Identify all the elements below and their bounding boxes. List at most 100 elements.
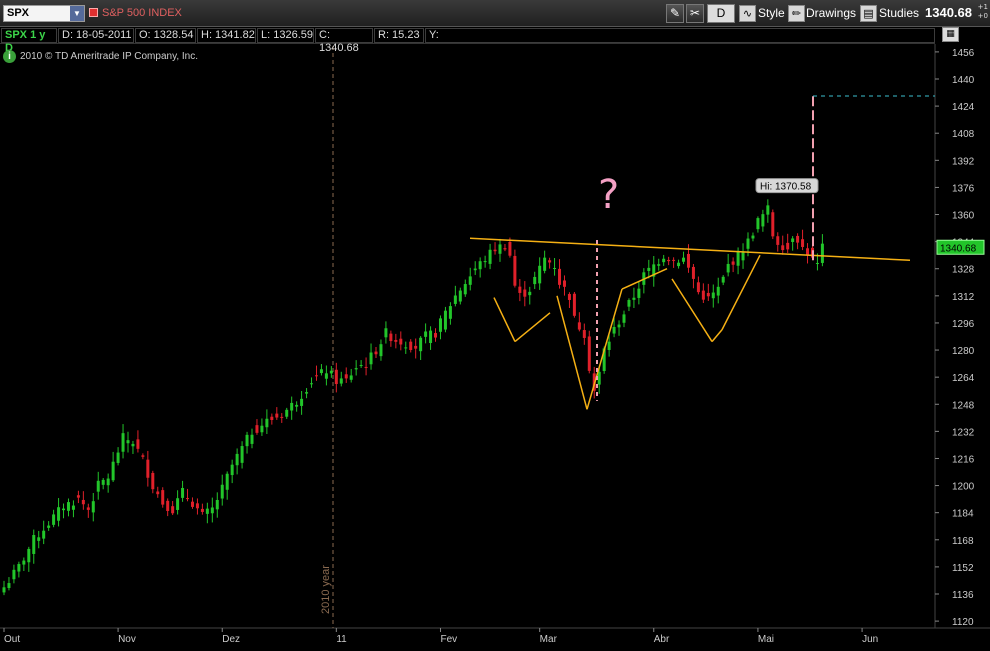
studies-button[interactable]: Studies — [879, 6, 919, 20]
low-value: L: 1326.59 — [257, 28, 314, 43]
candle-body — [572, 293, 576, 316]
candle-body — [582, 330, 586, 338]
pattern-trendline — [711, 329, 723, 343]
period-selector[interactable]: D — [707, 4, 735, 23]
y-tick-label: 1136 — [952, 590, 974, 601]
y-tick-label: 1440 — [952, 75, 975, 86]
candle-body — [647, 267, 651, 271]
drawings-icon[interactable]: ✏ — [788, 5, 805, 22]
pattern-trendline — [514, 312, 551, 343]
y-tick-label: 1312 — [952, 292, 975, 303]
candle-body — [195, 503, 199, 509]
candle-body — [701, 290, 705, 300]
neckline-trendline — [469, 237, 911, 262]
x-tick-label: Abr — [654, 634, 670, 645]
candle-body — [240, 446, 244, 463]
candle-body — [146, 459, 150, 478]
candle-body — [22, 560, 26, 565]
candle-body — [260, 425, 264, 433]
candle-body — [66, 502, 70, 511]
candle-body — [478, 261, 482, 270]
candle-body — [250, 434, 254, 444]
x-tick-label: Mai — [758, 634, 774, 645]
candle-body — [414, 345, 418, 349]
candle-body — [334, 369, 338, 385]
pattern-trendline — [671, 278, 713, 342]
candle-body — [101, 479, 105, 485]
question-mark-annotation: ? — [598, 172, 619, 218]
candle-body — [121, 433, 125, 452]
settings-tool-icon[interactable]: ✂ — [686, 4, 704, 23]
candle-body — [741, 252, 745, 261]
candle-body — [27, 548, 31, 563]
info-icon[interactable]: i — [3, 50, 16, 63]
high-label: Hi: 1370.58 — [760, 182, 812, 193]
candle-body — [126, 440, 130, 444]
chart-settings-icon[interactable]: ▦ — [942, 27, 959, 42]
candle-body — [374, 351, 378, 355]
candle-body — [116, 452, 120, 463]
last-price: 1340.68 — [925, 5, 972, 20]
candle-body — [503, 248, 507, 250]
candle-body — [12, 569, 16, 580]
candle-body — [483, 261, 487, 263]
candle-body — [493, 249, 497, 252]
x-tick-label: Fev — [440, 634, 457, 645]
candle-body — [295, 404, 299, 407]
candle-body — [756, 218, 760, 230]
symbol-flag-icon[interactable] — [89, 8, 98, 17]
candle-body — [543, 257, 547, 271]
candle-body — [71, 505, 75, 510]
range-value: R: 15.23 — [374, 28, 424, 43]
candle-body — [820, 243, 824, 263]
x-tick-label: Nov — [118, 634, 136, 645]
candle-body — [473, 268, 477, 271]
crosshair-tool-icon[interactable]: ✎ — [666, 4, 684, 23]
candle-body — [379, 344, 383, 357]
y-tick-label: 1424 — [952, 102, 975, 113]
studies-icon[interactable]: ▤ — [860, 5, 877, 22]
candle-body — [776, 236, 780, 245]
candle-body — [305, 392, 309, 394]
candle-body — [364, 366, 368, 368]
candle-body — [548, 260, 552, 263]
candle-body — [761, 214, 765, 227]
candle-body — [161, 490, 165, 505]
y-tick-label: 1248 — [952, 400, 975, 411]
candle-body — [210, 507, 214, 514]
candle-body — [339, 378, 343, 384]
candle-body — [553, 268, 557, 270]
symbol-input[interactable]: SPX ▼ — [3, 5, 85, 22]
candle-body — [57, 507, 61, 521]
candle-body — [766, 205, 770, 215]
candle-body — [657, 264, 661, 266]
net-change-a: +1 — [977, 3, 988, 11]
candle-body — [617, 324, 621, 328]
candle-body — [815, 262, 819, 264]
style-button[interactable]: Style — [758, 6, 785, 20]
y-tick-label: 1184 — [952, 509, 974, 520]
candle-body — [215, 499, 219, 510]
symbol-dropdown-icon[interactable]: ▼ — [70, 6, 84, 21]
candle-body — [691, 266, 695, 279]
candle-body — [106, 478, 110, 486]
y-tick-label: 1264 — [952, 373, 975, 384]
candle-body — [711, 292, 715, 299]
candle-body — [81, 499, 85, 505]
candle-body — [597, 371, 601, 385]
candle-body — [612, 326, 616, 334]
candle-body — [230, 464, 234, 476]
price-chart[interactable]: 1456144014241408139213761360134413281312… — [0, 0, 990, 651]
y-tick-label: 1152 — [952, 563, 974, 574]
candle-body — [523, 289, 527, 297]
candle-body — [399, 338, 403, 345]
candle-body — [235, 453, 239, 466]
candle-body — [47, 525, 51, 528]
candle-body — [62, 508, 66, 511]
candle-body — [151, 472, 155, 490]
drawings-button[interactable]: Drawings — [806, 6, 856, 20]
style-icon[interactable]: ∿ — [739, 5, 756, 22]
candle-body — [468, 276, 472, 285]
candle-body — [607, 341, 611, 350]
candle-body — [300, 398, 304, 406]
